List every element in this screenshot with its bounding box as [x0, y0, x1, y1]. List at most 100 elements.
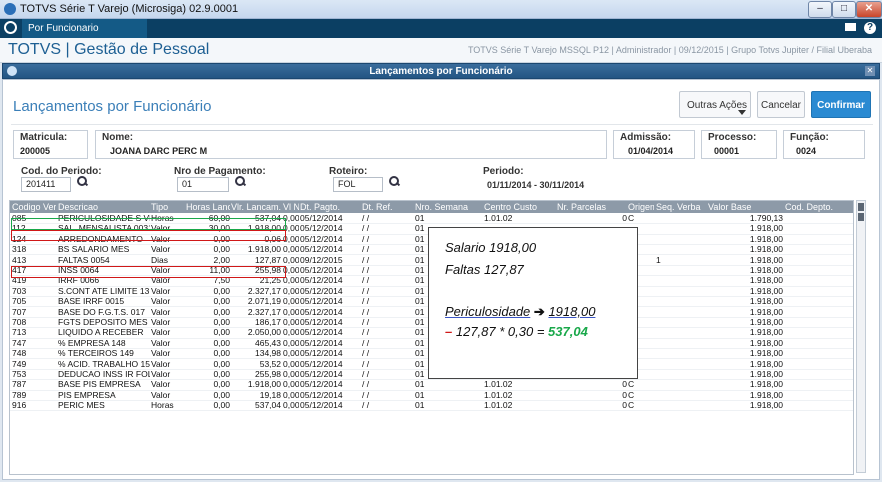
table-cell-cod: 787 [12, 379, 27, 390]
table-cell-cc: 1.01.02 [484, 400, 513, 411]
table-cell-ref: / / [362, 233, 370, 244]
table-cell-base: 1.918,00 [749, 275, 783, 286]
column-header[interactable]: Horas Lanc. [186, 202, 230, 212]
periodo-cod-input[interactable]: 201411 [21, 177, 71, 192]
table-cell-desc: % TERCEIROS 149 [58, 348, 134, 359]
table-cell-vna: 0,00 [283, 285, 299, 296]
table-cell-vna: 0,00 [283, 317, 299, 327]
table-cell-ref: / / [362, 379, 370, 390]
table-cell-desc: BASE PIS EMPRESA [58, 379, 141, 390]
scroll-up-icon[interactable] [858, 213, 864, 221]
close-window-button[interactable]: ✕ [856, 1, 882, 18]
help-icon[interactable]: ? [864, 22, 876, 34]
table-cell-ref: / / [362, 275, 370, 286]
table-cell-tipo: Valor [151, 306, 171, 317]
column-header[interactable]: Seq. Verba [656, 202, 706, 212]
table-cell-ref: / / [362, 337, 370, 348]
table-cell-ref: / / [362, 348, 370, 359]
scroll-top-icon[interactable] [858, 203, 864, 211]
roteiro-input[interactable]: FOL [333, 177, 383, 192]
table-cell-base: 1.918,00 [749, 265, 783, 275]
table-cell-cc: 1.01.02 [484, 389, 513, 400]
table-cell-dt: 05/12/2014 [300, 275, 343, 286]
cancel-button[interactable]: Cancelar [757, 91, 805, 118]
table-scrollbar[interactable] [856, 200, 866, 473]
confirm-button[interactable]: Confirmar [811, 91, 871, 118]
table-cell-tipo: Valor [151, 379, 171, 390]
table-cell-ref: / / [362, 285, 370, 296]
tab-bar: Por Funcionario [02.9.0007] × ? [0, 19, 882, 53]
column-header[interactable]: Valor Base [708, 202, 783, 212]
table-cell-horas: 0,00 [213, 285, 230, 296]
table-cell-vlr: 1.918,00 [247, 379, 281, 390]
panel-close-icon[interactable]: ✕ [865, 66, 875, 76]
table-cell-dt: 05/12/2014 [300, 265, 343, 275]
table-cell-dt: 05/12/2014 [300, 285, 343, 296]
pagamento-input[interactable]: 01 [177, 177, 229, 192]
column-header[interactable]: Nr. Parcelas [557, 202, 627, 212]
table-cell-base: 1.918,00 [749, 306, 783, 317]
table-cell-vna: 0,00 [283, 358, 299, 369]
session-info: TOTVS Série T Varejo MSSQL P12 | Adminis… [467, 45, 872, 55]
admissao-field: Admissão: 01/04/2014 [613, 130, 695, 159]
table-cell-base: 1.918,00 [749, 296, 783, 307]
table-cell-ref: / / [362, 358, 370, 369]
matricula-value: 200005 [20, 146, 51, 156]
outras-acoes-button[interactable]: Outras Ações [679, 91, 751, 118]
table-row[interactable]: 916 PERIC MES Horas 0,00 537,04 0,00 05/12/201… [10, 400, 853, 412]
periodo-cod-label: Cod. do Periodo: [21, 166, 102, 177]
column-header[interactable]: Origem [628, 202, 654, 212]
table-cell-base: 1.918,00 [749, 389, 783, 400]
column-header[interactable]: Vl Nao Ap [283, 202, 299, 212]
column-header[interactable]: Nro. Semana [415, 202, 481, 212]
pagamento-search-icon[interactable] [235, 176, 245, 186]
column-header[interactable]: Centro Custo [484, 202, 556, 212]
column-header[interactable]: Dt. Pagto. [300, 202, 360, 212]
table-cell-vlr: 537,04 [255, 400, 281, 411]
column-header[interactable]: Descricao [58, 202, 150, 212]
table-cell-dt: 05/12/2014 [300, 379, 343, 390]
app-header: TOTVS | Gestão de Pessoal TOTVS Série T … [0, 38, 882, 63]
table-cell-orig: C [628, 213, 635, 223]
table-cell-ref: / / [362, 265, 370, 275]
table-cell-base: 1.918,00 [749, 254, 783, 265]
table-cell-ref: / / [362, 400, 370, 411]
table-cell-dt: 05/12/2014 [300, 213, 343, 223]
highlight-faltas [11, 266, 286, 278]
minimize-button[interactable]: – [808, 1, 832, 18]
table-cell-tipo: Valor [151, 285, 171, 296]
table-cell-horas: 0,00 [213, 317, 230, 327]
column-header[interactable]: Vlr. Lancam. [231, 202, 281, 212]
table-cell-tipo: Valor [151, 327, 171, 338]
table-cell-vna: 0,00 [283, 337, 299, 348]
column-header[interactable]: Codigo Ver [12, 202, 56, 212]
admissao-value: 01/04/2014 [628, 146, 674, 156]
table-cell-cod: 747 [12, 337, 27, 348]
table-cell-cod: 707 [12, 306, 27, 317]
panel-title: Lançamentos por Funcionário [369, 66, 513, 77]
table-cell-parc: 0 [622, 379, 627, 390]
note-faltas: Faltas 127,87 [445, 262, 524, 277]
roteiro-label: Roteiro: [329, 166, 368, 177]
table-cell-base: 1.918,00 [749, 233, 783, 244]
maximize-button[interactable]: □ [832, 1, 856, 18]
table-cell-horas: 0,00 [213, 348, 230, 359]
column-header[interactable]: Dt. Ref. [362, 202, 412, 212]
table-cell-ref: / / [362, 389, 370, 400]
table-cell-dt: 09/12/2015 [300, 254, 343, 265]
roteiro-search-icon[interactable] [389, 176, 399, 186]
note-periculosidade: Periculosidade ➔ 1918,00 [445, 304, 595, 320]
table-cell-parc: 0 [622, 400, 627, 411]
mail-icon[interactable] [845, 23, 856, 31]
table-cell-vlr: 127,87 [255, 254, 281, 265]
totvs-logo-icon[interactable] [4, 21, 17, 34]
table-cell-ref: / / [362, 306, 370, 317]
column-header[interactable]: Tipo [151, 202, 185, 212]
table-cell-desc: PIS EMPRESA [58, 389, 116, 400]
tab-por-funcionario[interactable]: Por Funcionario [02.9.0007] × [22, 19, 147, 53]
table-cell-desc: FALTAS 0054 [58, 254, 110, 265]
column-header[interactable]: Cod. Depto. [785, 202, 851, 212]
table-cell-tipo: Valor [151, 244, 171, 255]
table-cell-tipo: Dias [151, 254, 169, 265]
periodo-search-icon[interactable] [77, 176, 87, 186]
